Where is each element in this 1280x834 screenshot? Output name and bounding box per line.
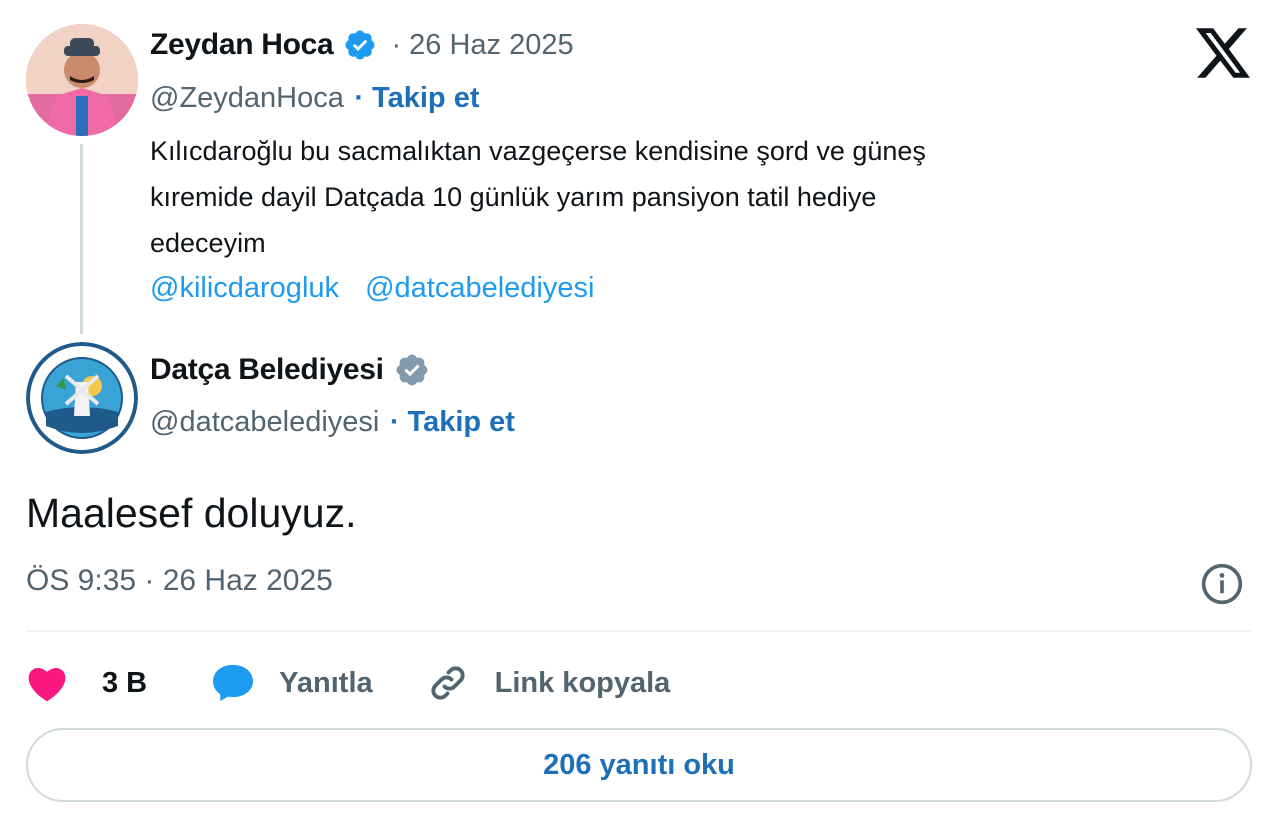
tweet-timestamp[interactable]: ÖS 9:35 · 26 Haz 2025 (26, 564, 333, 598)
reply-tweet-text: Maalesef doluyuz. (26, 490, 357, 536)
link-icon (431, 666, 465, 700)
tweet-date[interactable]: · 26 Haz 2025 (391, 29, 573, 62)
tweet-text-line: edeceyim (150, 228, 266, 258)
mention-link[interactable]: @kilicdarogluk (150, 272, 339, 304)
reply-tweet-subheader: @datcabelediyesi · Takip et (150, 406, 515, 439)
reply-button[interactable]: Yanıtla (211, 663, 373, 703)
x-logo-icon[interactable] (1196, 28, 1250, 78)
mentions: @kilicdarogluk @datcabelediyesi (150, 272, 612, 305)
thread-connector (80, 144, 83, 334)
follow-button[interactable]: · Takip et (390, 406, 515, 438)
verified-badge-icon (396, 354, 428, 386)
avatar-datca-belediyesi[interactable] (26, 342, 138, 454)
author-handle[interactable]: @datcabelediyesi (150, 406, 379, 438)
tweet-text-line: Kılıcdaroğlu bu sacmalıktan vazgeçerse k… (150, 136, 926, 166)
follow-button[interactable]: · Takip et (354, 82, 479, 114)
author-name[interactable]: Zeydan Hoca (150, 28, 334, 62)
reply-tweet-header: Datça Belediyesi (150, 352, 430, 388)
heart-icon (28, 668, 66, 702)
author-name[interactable]: Datça Belediyesi (150, 353, 384, 387)
tweet-text-line: kıremide dayil Datçada 10 günlük yarım p… (150, 182, 877, 212)
municipality-logo-icon (26, 342, 138, 454)
author-handle[interactable]: @ZeydanHoca (150, 82, 344, 114)
mention-link[interactable]: @datcabelediyesi (365, 272, 594, 304)
like-button[interactable]: 3 B (26, 664, 147, 702)
copy-link-button[interactable]: Link kopyala (427, 662, 671, 704)
read-replies-label: 206 yanıtı oku (543, 748, 735, 781)
copy-link-label: Link kopyala (494, 666, 671, 699)
quoted-tweet-text: Kılıcdaroğlu bu sacmalıktan vazgeçerse k… (150, 128, 1190, 266)
avatar-zeydan-hoca[interactable] (26, 24, 138, 136)
read-replies-button[interactable]: 206 yanıtı oku (26, 728, 1252, 802)
quoted-tweet-subheader: @ZeydanHoca · Takip et (150, 82, 479, 115)
verified-badge-icon (345, 30, 375, 60)
avatar-image (26, 24, 138, 136)
reply-label: Yanıtla (279, 666, 373, 699)
like-count: 3 B (102, 666, 148, 699)
action-bar: 3 B Yanıtla Link kopyala (26, 660, 670, 706)
quoted-tweet-header: Zeydan Hoca · 26 Haz 2025 (150, 28, 574, 62)
reply-bubble-icon (213, 664, 254, 702)
divider (26, 630, 1252, 632)
info-icon[interactable] (1200, 562, 1244, 606)
